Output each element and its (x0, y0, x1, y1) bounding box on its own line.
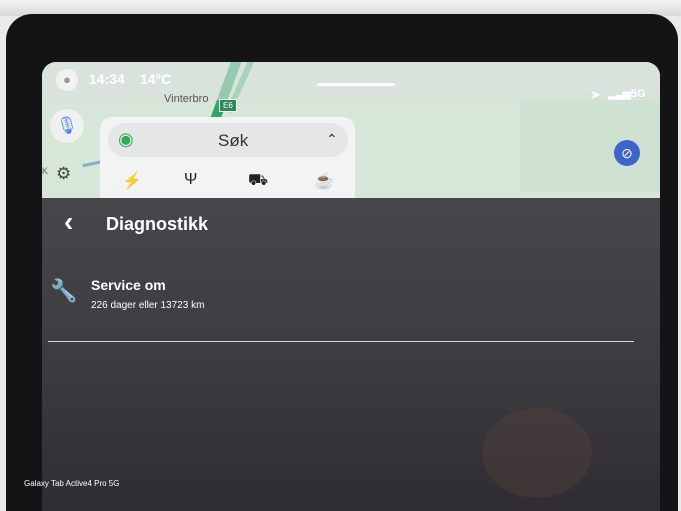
navigation-arrow-icon: ➤ (590, 87, 601, 102)
service-detail: 226 dager eller 13723 km (91, 300, 205, 311)
map-view[interactable]: ● 14:34 14°C ➤ ▂▃▅ 5G Vinterbro E6 1K 🎙 … (42, 62, 660, 207)
back-chevron-icon[interactable]: ‹ (64, 206, 73, 238)
chevron-up-icon[interactable]: ⌃ (326, 131, 338, 148)
restaurant-icon[interactable]: Ψ (184, 171, 197, 189)
drag-handle[interactable] (317, 83, 395, 86)
scale-label: 1K (42, 166, 49, 176)
car-display: ● 14:34 14°C ➤ ▂▃▅ 5G Vinterbro E6 1K 🎙 … (42, 62, 660, 511)
signal-icon: ▂▃▅ (608, 88, 631, 100)
map-place-label: Vinterbro (164, 93, 209, 105)
divider (48, 341, 634, 342)
gear-icon: ⚙ (56, 164, 72, 183)
avatar-icon[interactable]: ● (56, 69, 78, 91)
service-title: Service om (91, 277, 166, 293)
diagnostics-panel: ‹ Diagnostikk 🔧 Service om 226 dager ell… (42, 198, 660, 511)
clock: 14:34 (89, 71, 125, 87)
maps-pin-icon: ◉ (118, 129, 134, 149)
status-bar: ● 14:34 14°C ➤ ▂▃▅ 5G (42, 62, 660, 102)
microphone-button[interactable]: 🎙 (50, 109, 84, 143)
temperature: 14°C (140, 71, 172, 87)
compass-icon: ⊘ (621, 145, 633, 161)
search-panel: ◉ Søk ⌃ ⚡ Ψ ⛟ ☕ (100, 117, 355, 207)
network-type: 5G (631, 88, 646, 100)
search-bar[interactable]: ◉ Søk ⌃ (108, 123, 348, 157)
coffee-icon[interactable]: ☕ (314, 171, 334, 191)
map-field (520, 92, 660, 192)
search-label: Søk (218, 131, 249, 150)
screen-reflection (482, 408, 592, 498)
shopping-cart-icon[interactable]: ⛟ (248, 171, 268, 191)
charging-icon[interactable]: ⚡ (122, 171, 142, 191)
wrench-icon: 🔧 (50, 278, 78, 303)
road-shield: E6 (219, 99, 237, 112)
device-label: Galaxy Tab Active4 Pro 5G (24, 479, 120, 488)
page-title: Diagnostikk (106, 214, 209, 234)
microphone-icon: 🎙 (56, 116, 78, 135)
compass-button[interactable]: ⊘ (614, 140, 640, 166)
settings-button[interactable]: ⚙ (56, 164, 71, 184)
